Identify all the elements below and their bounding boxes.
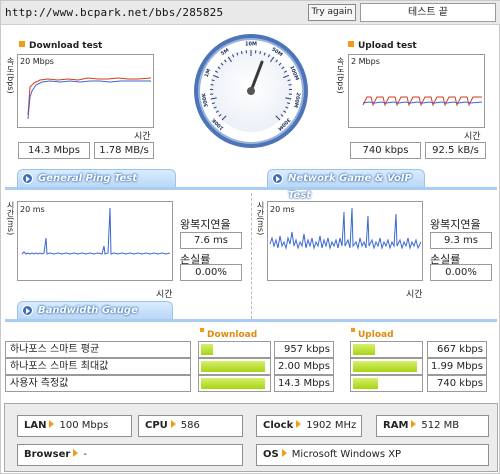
arrow-circle-icon	[22, 173, 33, 184]
os-info: OS Microsoft Windows XP	[256, 444, 489, 466]
upload-trace-red	[362, 96, 482, 107]
game-graph: 20 ms	[267, 201, 423, 281]
bw-row-label: 하나포스 스마트 평균	[5, 341, 191, 358]
tab-network-game[interactable]: Network Game & VoIP Test	[267, 169, 425, 201]
ram-info: RAM 512 MB	[376, 415, 489, 437]
ping-rtt-value: 7.6 ms	[180, 232, 242, 249]
bw-download-fill	[201, 344, 214, 355]
bw-download-bar	[198, 358, 271, 375]
arrow-right-icon	[170, 420, 176, 428]
arrow-right-icon	[49, 420, 55, 428]
download-mbs-value: 1.78 MB/s	[94, 142, 154, 159]
bandwidth-section-bar	[5, 319, 497, 322]
tab-general-ping[interactable]: General Ping Test	[17, 169, 176, 188]
bw-upload-bar	[350, 375, 423, 392]
system-info-panel: LAN 100 Mbps CPU 586 Clock 1902 MHz RAM 512 …	[4, 403, 498, 472]
speed-test-window: http://www.bcpark.net/bbs/285825 Try aga…	[0, 0, 500, 474]
game-trace	[269, 207, 422, 250]
bw-row-label: 사용자 측정값	[5, 375, 191, 392]
download-ylabel: 속도(bps)	[6, 57, 15, 94]
upload-ylabel: 속도(bps)	[336, 57, 345, 94]
download-trace-red	[27, 77, 152, 116]
upload-kbps-value: 740 kbps	[350, 142, 421, 159]
bw-upload-value: 667 kbps	[427, 341, 487, 358]
gauge-tick	[259, 51, 262, 55]
cpu-info: CPU 586	[138, 415, 243, 437]
ping-xlabel: 시간	[156, 290, 173, 300]
arrow-right-icon	[411, 420, 417, 428]
tab-bandwidth-gauge[interactable]: Bandwidth Gauge	[17, 301, 173, 320]
arrow-circle-icon	[22, 305, 33, 316]
section-divider	[251, 193, 252, 319]
ping-section-bar	[5, 187, 497, 190]
orange-square-icon	[348, 41, 354, 47]
page-url: http://www.bcpark.net/bbs/285825	[5, 6, 224, 19]
gauge-hub	[247, 87, 255, 95]
orange-square-icon	[19, 41, 25, 47]
bw-upload-fill	[353, 361, 417, 372]
bw-upload-bar	[350, 358, 423, 375]
gauge-tick	[240, 51, 243, 55]
bw-download-bar	[198, 375, 271, 392]
download-mbps-value: 14.3 Mbps	[18, 142, 90, 159]
upload-title: Upload test	[348, 41, 417, 51]
bw-download-header: Download	[200, 328, 257, 340]
download-graph: 20 Mbps	[17, 54, 154, 128]
download-trace-blue	[27, 80, 151, 120]
game-xlabel: 시간	[406, 290, 423, 300]
ping-loss-value: 0.00%	[180, 264, 242, 281]
ping-trace	[21, 207, 171, 255]
upload-graph: 2 Mbps	[348, 54, 485, 128]
bw-upload-value: 1.99 Mbps	[427, 358, 487, 375]
arrow-right-icon	[281, 449, 287, 457]
game-ylabel: 시간(ms)	[256, 201, 265, 236]
bw-download-value: 2.00 Mbps	[274, 358, 334, 375]
arrow-circle-icon	[272, 173, 283, 184]
bw-download-fill	[201, 361, 265, 372]
orange-square-icon	[200, 328, 204, 332]
bw-upload-fill	[353, 378, 378, 389]
bw-upload-value: 740 kbps	[427, 375, 487, 392]
bw-upload-fill	[353, 344, 376, 355]
upload-xlabel: 시간	[464, 132, 481, 142]
speed-gauge: 100K300K1M5M10M50M100M200M300M	[194, 34, 308, 148]
download-title: Download test	[19, 41, 102, 51]
bw-download-value: 957 kbps	[274, 341, 334, 358]
lan-info: LAN 100 Mbps	[17, 415, 132, 437]
game-rtt-value: 9.3 ms	[430, 232, 492, 249]
try-again-button[interactable]: Try again	[308, 4, 356, 21]
ping-ylabel: 시간(ms)	[6, 201, 15, 236]
game-rtt-label: 왕복지연율	[430, 218, 481, 231]
arrow-right-icon	[73, 449, 79, 457]
bw-download-bar	[198, 341, 271, 358]
upload-kbs-value: 92.5 kB/s	[425, 142, 486, 159]
game-loss-value: 0.00%	[430, 264, 492, 281]
bw-row-label: 하나포스 스마트 최대값	[5, 358, 191, 375]
ping-graph: 20 ms	[17, 201, 173, 281]
status-field: 테스트 끝	[360, 3, 496, 22]
bw-download-value: 14.3 Mbps	[274, 375, 334, 392]
clock-info: Clock 1902 MHz	[256, 415, 362, 437]
arrow-right-icon	[296, 420, 302, 428]
download-xlabel: 시간	[134, 132, 151, 142]
orange-square-icon	[351, 328, 355, 332]
bw-upload-header: Upload	[351, 328, 394, 340]
browser-info: Browser -	[17, 444, 243, 466]
bw-download-fill	[201, 378, 265, 389]
bw-upload-bar	[350, 341, 423, 358]
ping-rtt-label: 왕복지연율	[180, 218, 231, 231]
gauge-label: 10M	[245, 42, 257, 48]
